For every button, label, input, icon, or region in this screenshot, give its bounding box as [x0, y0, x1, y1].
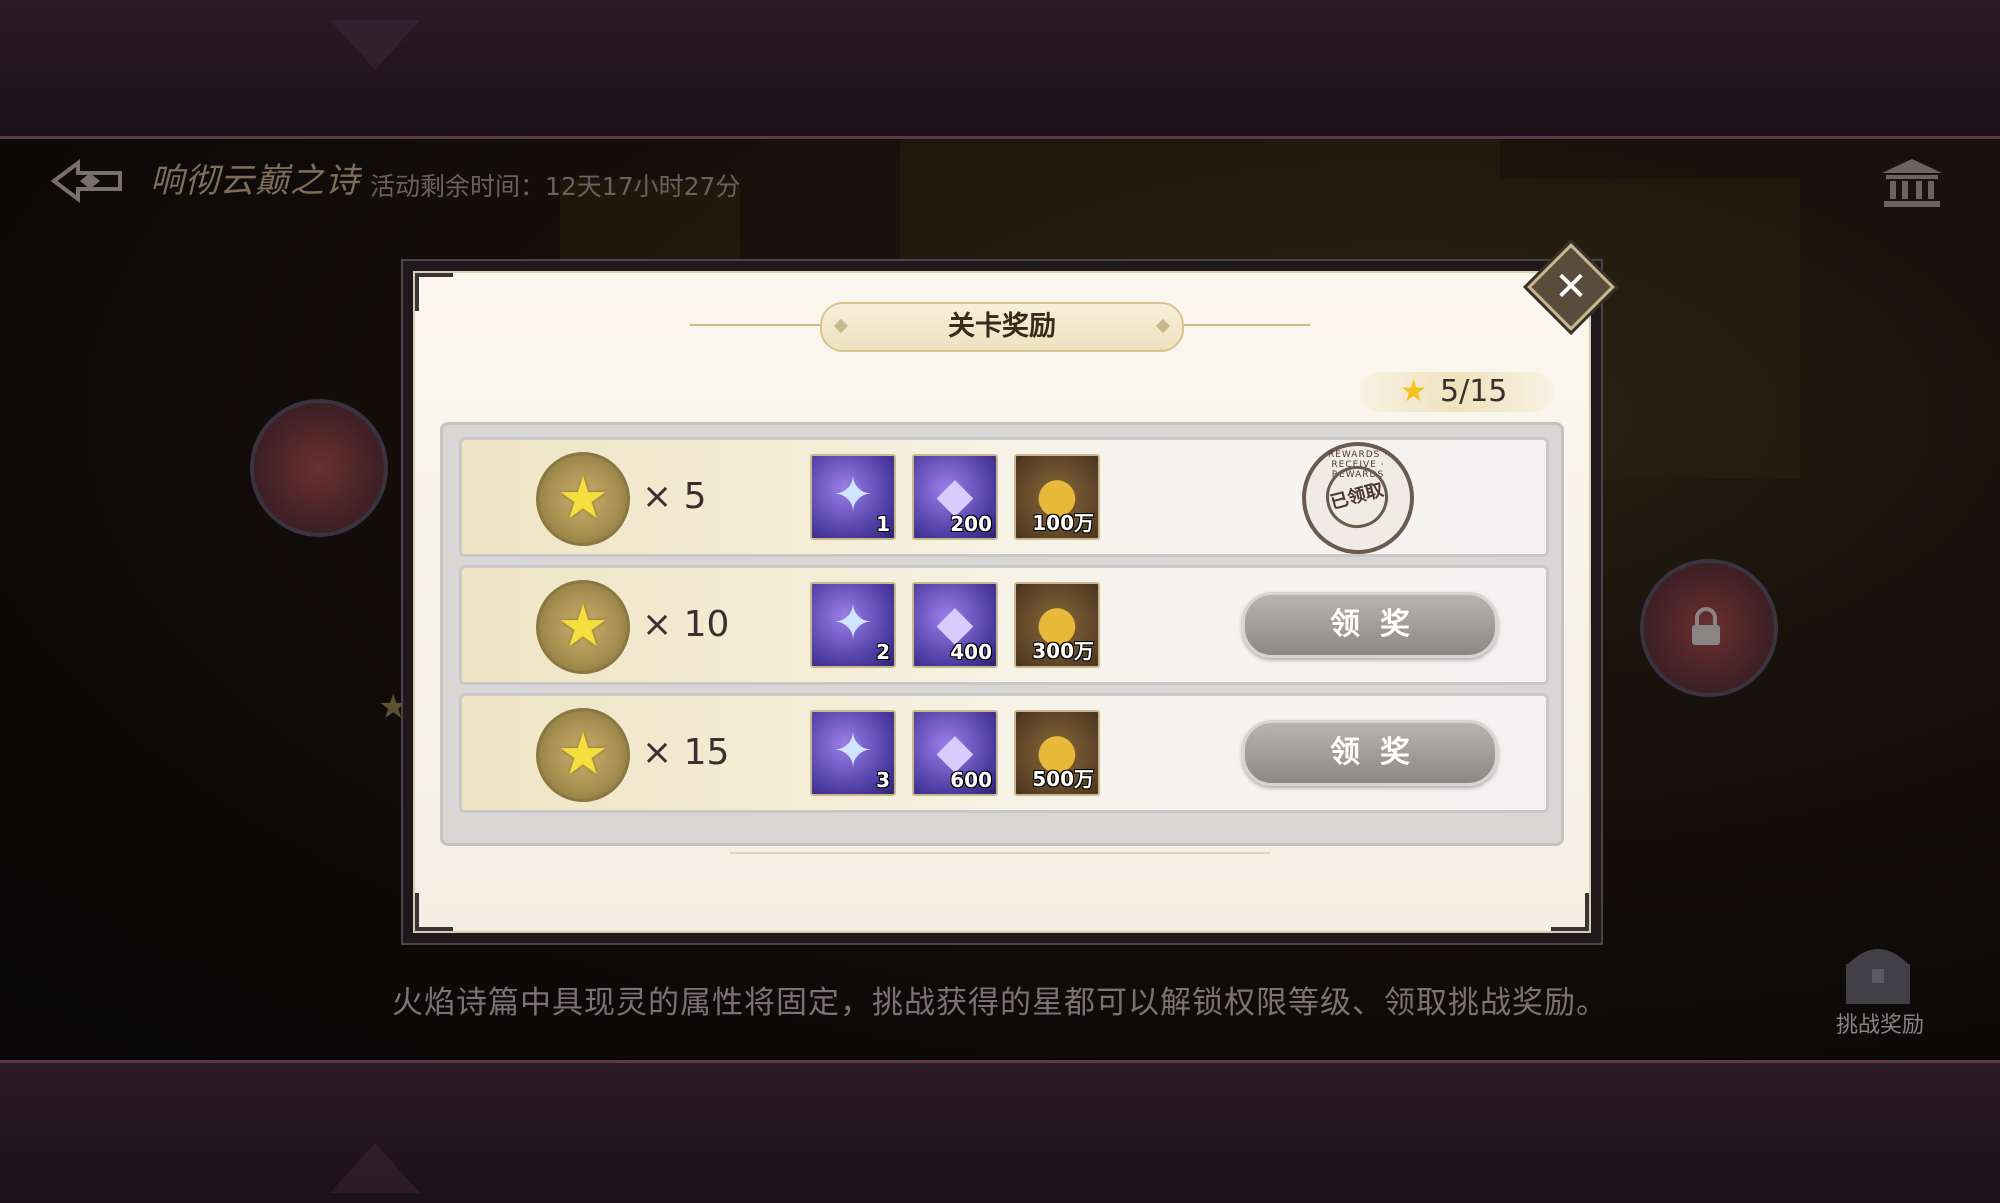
bottom-letterbox [0, 1060, 2000, 1203]
event-logo: 响彻云巅之诗 [150, 161, 360, 201]
claimed-stamp: REWARDS · RECEIVE · REWARDS 已领取 [1302, 442, 1414, 554]
purple-shard-icon[interactable]: ◆ 600 [912, 710, 998, 796]
item-count: 400 [950, 640, 992, 664]
claim-button[interactable]: 领奖 [1242, 720, 1498, 786]
title-divider-left [690, 324, 820, 326]
item-count: 1 [876, 512, 890, 536]
star-progress-value: 5/15 [1440, 374, 1508, 409]
crystal-key-icon[interactable]: ✦ 1 [810, 454, 896, 540]
item-count: 100万 [1032, 511, 1094, 535]
event-timer: 活动剩余时间：12天17小时27分 [370, 172, 741, 201]
gold-coin-icon[interactable]: ● 300万 [1014, 582, 1100, 668]
back-arrow-icon [50, 159, 122, 203]
star-requirement: × 15 [642, 732, 730, 773]
stage-node-portrait[interactable] [250, 399, 388, 537]
star-medal-icon: ★ [536, 708, 630, 802]
modal-title-text: 关卡奖励 [948, 311, 1056, 342]
hint-text: 火焰诗篇中具现灵的属性将固定，挑战获得的星都可以解锁权限等级、领取挑战奖励。 [392, 985, 1608, 1021]
purple-shard-icon[interactable]: ◆ 400 [912, 582, 998, 668]
star-icon: ★ [1400, 374, 1427, 409]
star-medal-icon: ★ [536, 580, 630, 674]
purple-shard-icon[interactable]: ◆ 200 [912, 454, 998, 540]
modal-title: 关卡奖励 [820, 302, 1184, 352]
reward-row: ★ × 10 ✦ 2 ◆ 400 ● 300万 领奖 [459, 565, 1549, 685]
item-count: 600 [950, 768, 992, 792]
item-count: 500万 [1032, 767, 1094, 791]
close-icon: ✕ [1554, 264, 1588, 310]
item-count: 3 [876, 768, 890, 792]
gold-coin-icon[interactable]: ● 100万 [1014, 454, 1100, 540]
crystal-key-icon[interactable]: ✦ 2 [810, 582, 896, 668]
reward-row: ★ × 15 ✦ 3 ◆ 600 ● 500万 领奖 [459, 693, 1549, 813]
challenge-reward-label[interactable]: 挑战奖励 [1800, 1007, 1960, 1039]
item-count: 2 [876, 640, 890, 664]
item-count: 200 [950, 512, 992, 536]
gold-coin-icon[interactable]: ● 500万 [1014, 710, 1100, 796]
reward-row: ★ × 5 ✦ 1 ◆ 200 ● 100万 REWARDS · RECEIVE… [459, 437, 1549, 557]
crystal-key-icon[interactable]: ✦ 3 [810, 710, 896, 796]
star-medal-icon: ★ [536, 452, 630, 546]
star-progress-badge: ★ 5/15 [1360, 372, 1554, 412]
star-requirement: × 5 [642, 476, 707, 517]
lock-icon [1688, 607, 1724, 647]
back-button[interactable] [50, 159, 125, 203]
title-divider-right [1180, 324, 1310, 326]
claim-button[interactable]: 领奖 [1242, 592, 1498, 658]
footer-divider [730, 852, 1270, 854]
museum-icon[interactable] [1880, 157, 1944, 209]
top-letterbox [0, 0, 2000, 139]
reward-list: ★ × 5 ✦ 1 ◆ 200 ● 100万 REWARDS · RECEIVE… [440, 422, 1564, 846]
item-count: 300万 [1032, 639, 1094, 663]
star-requirement: × 10 [642, 604, 730, 645]
